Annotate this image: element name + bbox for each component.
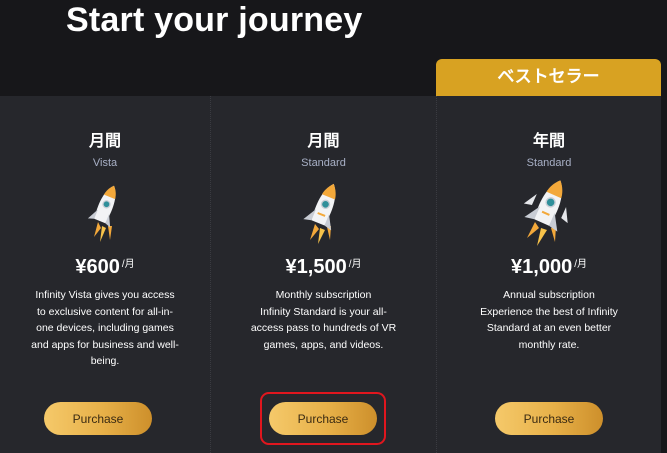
description-line: Annual subscription (503, 289, 595, 301)
plan-price: ¥1,000 (511, 256, 573, 278)
plan-price-unit: /月 (121, 259, 135, 270)
description-line: Infinity Standard is your all- (260, 305, 387, 318)
plan-tier: Vista (92, 157, 118, 169)
description-line: one devices, including games (36, 322, 174, 334)
rocket-icon (87, 185, 116, 242)
plan-card-standard-annual: 年間 Standard ¥1,000/月 Annual subscription… (436, 96, 661, 453)
description-line: and apps for business and well- (31, 338, 179, 351)
plan-price: ¥1,500 (285, 256, 347, 278)
description-line: Experience the best of Infinity (480, 305, 618, 318)
plan-price-unit: /月 (348, 259, 362, 270)
plan-description: Monthly subscription Infinity Standard i… (227, 287, 420, 353)
purchase-button-standard-monthly[interactable]: Purchase (269, 402, 377, 435)
description-line: Standard at an even better (486, 322, 612, 334)
page-title: Start your journey (66, 1, 363, 39)
plan-period: 月間 (88, 133, 121, 150)
plan-tier: Standard (526, 157, 572, 169)
rocket-icon (523, 180, 568, 246)
plan-period: 年間 (532, 133, 565, 150)
rocket-icon (302, 183, 336, 244)
purchase-button-standard-annual[interactable]: Purchase (495, 402, 603, 435)
description-line: to exclusive content for all-in- (37, 305, 173, 318)
description-line: being. (90, 355, 120, 367)
plan-card-vista-monthly: 月間 Vista ¥600/月 Infinity Vista gives you… (0, 96, 210, 453)
bestseller-badge: ベストセラー (436, 59, 661, 96)
description-line: Infinity Vista gives you access (35, 289, 175, 301)
description-line: monthly rate. (518, 338, 580, 351)
plan-price-unit: /月 (574, 259, 587, 270)
plan-card-standard-monthly: 月間 Standard ¥1,500/月 Monthly subscriptio… (210, 96, 436, 453)
description-line: access pass to hundreds of VR (250, 322, 397, 334)
purchase-button-vista-monthly[interactable]: Purchase (44, 402, 152, 435)
plan-description: Annual subscription Experience the best … (453, 287, 645, 353)
plan-tier: Standard (301, 157, 346, 169)
description-line: Monthly subscription (275, 289, 372, 301)
plan-description: Infinity Vista gives you access to exclu… (16, 287, 194, 370)
plan-period: 月間 (307, 133, 340, 150)
plan-price: ¥600 (75, 256, 120, 278)
description-line: games, apps, and videos. (263, 338, 384, 351)
pricing-plans: 月間 Vista ¥600/月 Infinity Vista gives you… (0, 96, 661, 453)
